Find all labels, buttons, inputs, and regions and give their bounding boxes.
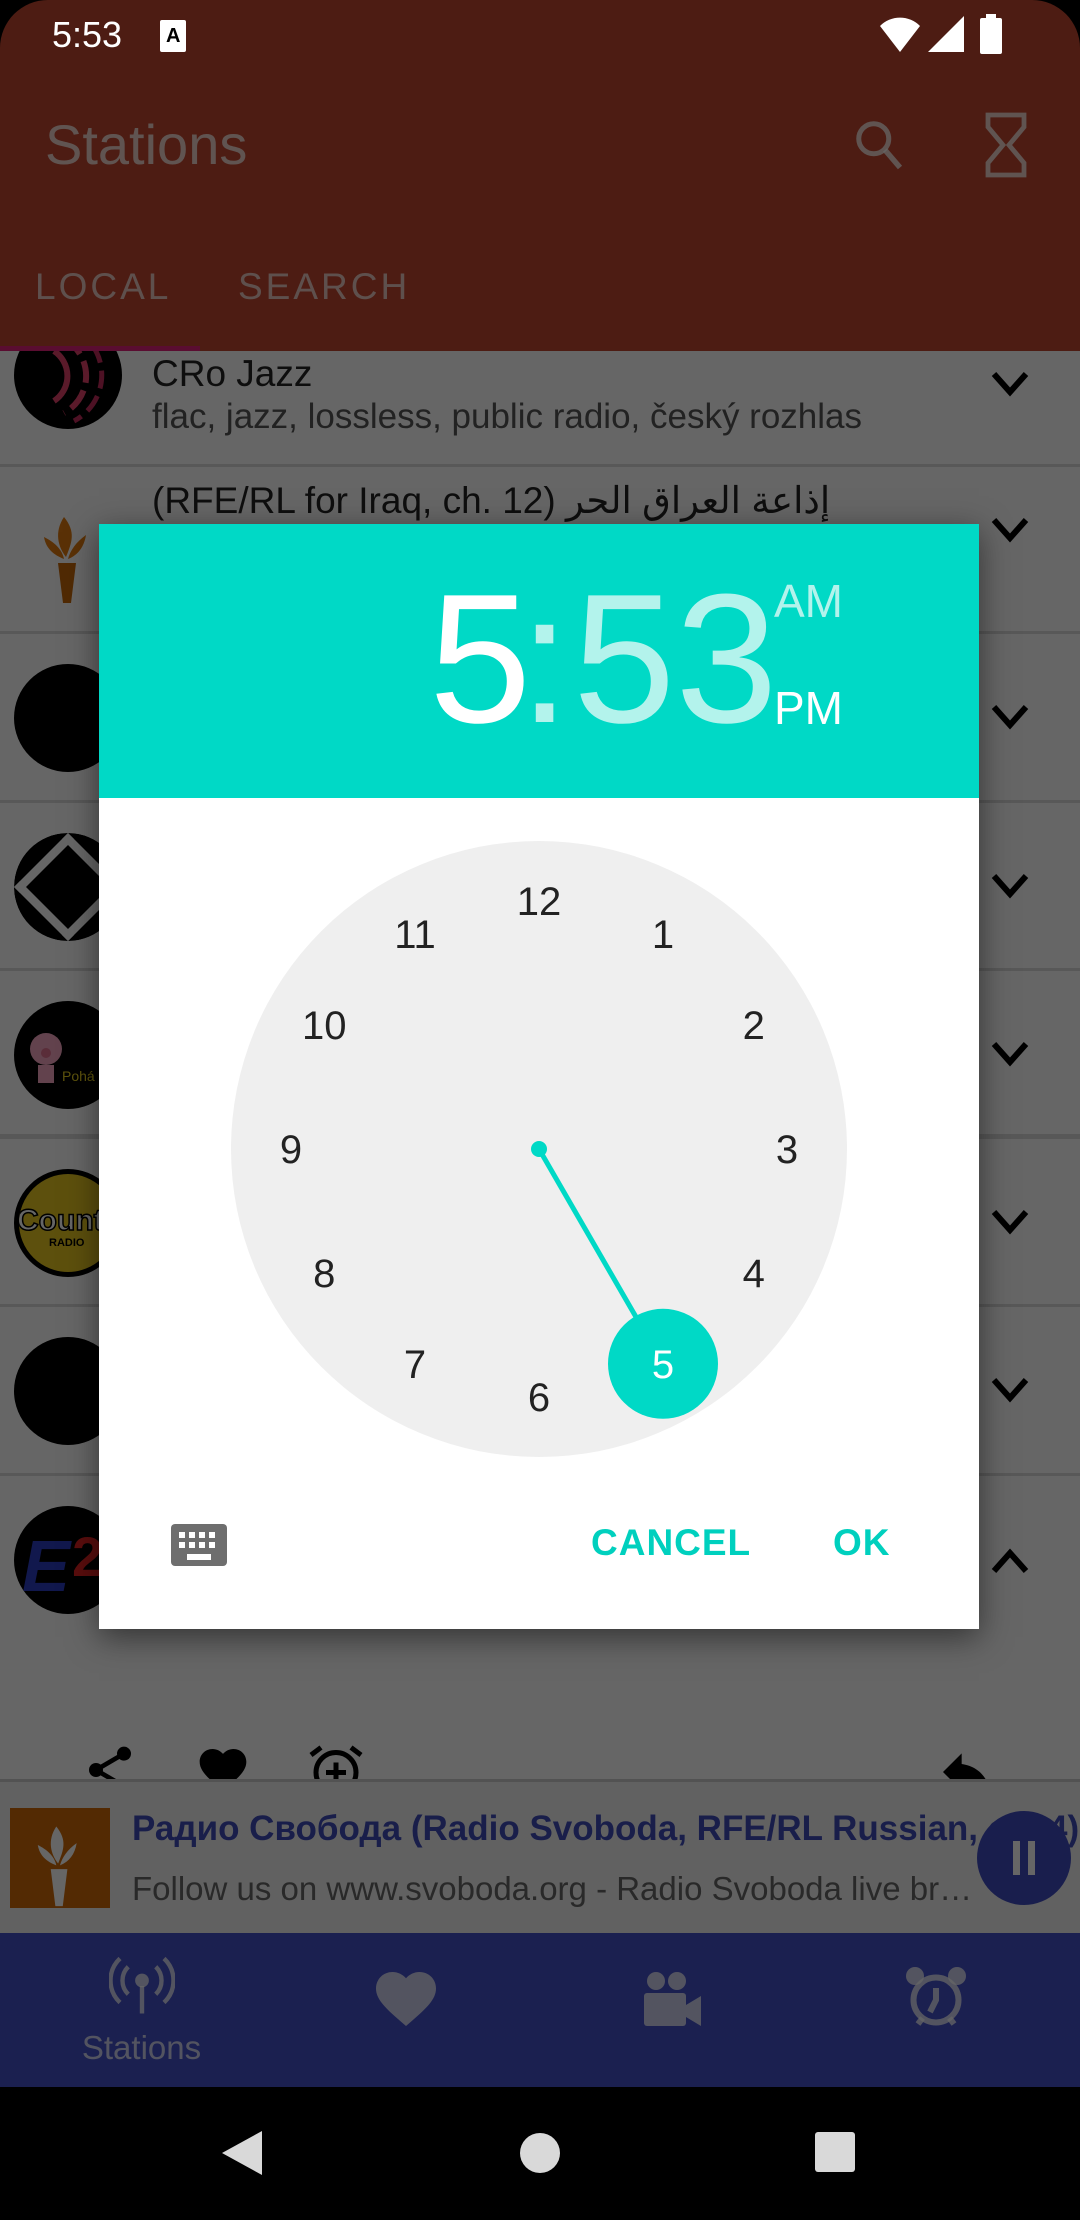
dial-number-9[interactable]: 9: [280, 1128, 302, 1172]
dial-number-11[interactable]: 11: [394, 913, 436, 957]
time-picker-header: 5 : 53 AM PM: [99, 524, 979, 798]
chevron-down-icon[interactable]: [990, 1207, 1030, 1237]
pause-button[interactable]: [977, 1811, 1071, 1905]
time-separator: :: [519, 555, 571, 761]
svg-text:A: A: [166, 25, 180, 47]
screen: CRo Jazz flac, jazz, lossless, public ra…: [0, 0, 1080, 2220]
ok-button[interactable]: OK: [833, 1522, 891, 1564]
logo-text: Pohá: [62, 1068, 95, 1084]
back-icon[interactable]: [222, 2131, 264, 2175]
system-navigation-bar: [0, 2087, 1080, 2220]
time-picker-dialog: 5 : 53 AM PM 12 1 2 3 4 5 6 7 8 9 10 11 CANCEL OK: [99, 524, 979, 1629]
chevron-down-icon[interactable]: [990, 871, 1030, 901]
cell-signal-icon: [928, 16, 964, 52]
clock-dial[interactable]: 121234567891011: [99, 798, 979, 1458]
home-icon[interactable]: [519, 2132, 561, 2174]
now-playing-logo: [10, 1808, 110, 1908]
dial-number-8[interactable]: 8: [313, 1252, 335, 1296]
status-time: 5:53: [52, 14, 123, 55]
keyboard-icon[interactable]: [171, 1524, 227, 1566]
dial-number-2[interactable]: 2: [743, 1004, 765, 1048]
now-playing-title: Радио Свобода (Radio Svoboda, RFE/RL Rus…: [132, 1809, 1080, 1848]
tab-local[interactable]: LOCAL: [35, 266, 171, 308]
am-toggle[interactable]: AM: [774, 574, 843, 628]
cancel-button[interactable]: CANCEL: [591, 1522, 751, 1564]
station-row[interactable]: CRo Jazz flac, jazz, lossless, public ra…: [0, 351, 1080, 467]
wifi-icon: [880, 17, 920, 52]
svg-text:RADIO: RADIO: [49, 1237, 85, 1249]
chevron-down-icon[interactable]: [990, 515, 1030, 545]
svg-text:E: E: [22, 1527, 72, 1607]
station-logo-cro-jazz: [14, 351, 122, 429]
nav-item-favorites[interactable]: [274, 1933, 539, 2087]
bottom-navigation: Stations: [0, 1933, 1080, 2087]
dial-number-10[interactable]: 10: [302, 1004, 347, 1048]
dial-number-1[interactable]: 1: [652, 913, 674, 957]
dial-number-6[interactable]: 6: [528, 1376, 550, 1420]
text-a-notification-icon: A: [160, 20, 186, 52]
dial-number-5[interactable]: 5: [652, 1343, 674, 1387]
now-playing-bar[interactable]: Радио Свобода (Radio Svoboda, RFE/RL Rus…: [0, 1779, 1080, 1933]
station-title: (RFE/RL for Iraq, ch. 12) إذاعة العراق ا…: [152, 480, 831, 521]
battery-icon: [980, 14, 1002, 54]
pause-icon: [1013, 1841, 1035, 1875]
recents-icon[interactable]: [815, 2132, 855, 2172]
search-icon[interactable]: [850, 115, 910, 175]
hour-display[interactable]: 5: [429, 566, 531, 750]
chevron-down-icon[interactable]: [990, 702, 1030, 732]
status-bar: 5:53 A: [0, 0, 1080, 66]
tab-search[interactable]: SEARCH: [238, 266, 410, 308]
minute-display[interactable]: 53: [573, 566, 778, 750]
heart-icon: [376, 1972, 436, 2026]
dial-number-4[interactable]: 4: [743, 1252, 765, 1296]
nav-item-alarms[interactable]: [804, 1933, 1069, 2087]
alarm-clock-icon: [906, 1967, 966, 2026]
hourglass-timer-icon[interactable]: [985, 112, 1027, 178]
dial-number-3[interactable]: 3: [776, 1128, 798, 1172]
clock-center-dot: [531, 1141, 547, 1157]
station-actions: [0, 1700, 1080, 1795]
radio-tower-icon: [109, 1956, 175, 2014]
chevron-up-icon[interactable]: [990, 1546, 1030, 1576]
video-camera-icon: [644, 1972, 701, 2026]
nav-item-stations[interactable]: Stations: [9, 1933, 274, 2087]
page-title: Stations: [45, 113, 248, 176]
tab-indicator: [0, 346, 200, 351]
dial-number-7[interactable]: 7: [404, 1343, 426, 1387]
dial-number-12[interactable]: 12: [517, 880, 562, 924]
chevron-down-icon[interactable]: [990, 1039, 1030, 1069]
nav-label-stations: Stations: [81, 2029, 202, 2066]
station-subtitle: flac, jazz, lossless, public radio, česk…: [152, 397, 862, 436]
chevron-down-icon[interactable]: [990, 1375, 1030, 1405]
station-title: CRo Jazz: [152, 353, 313, 394]
pm-toggle[interactable]: PM: [774, 681, 843, 735]
now-playing-subtitle: Follow us on www.svoboda.org - Radio Svo…: [132, 1870, 977, 1907]
nav-item-recordings[interactable]: [539, 1933, 804, 2087]
chevron-down-icon[interactable]: [990, 369, 1030, 399]
